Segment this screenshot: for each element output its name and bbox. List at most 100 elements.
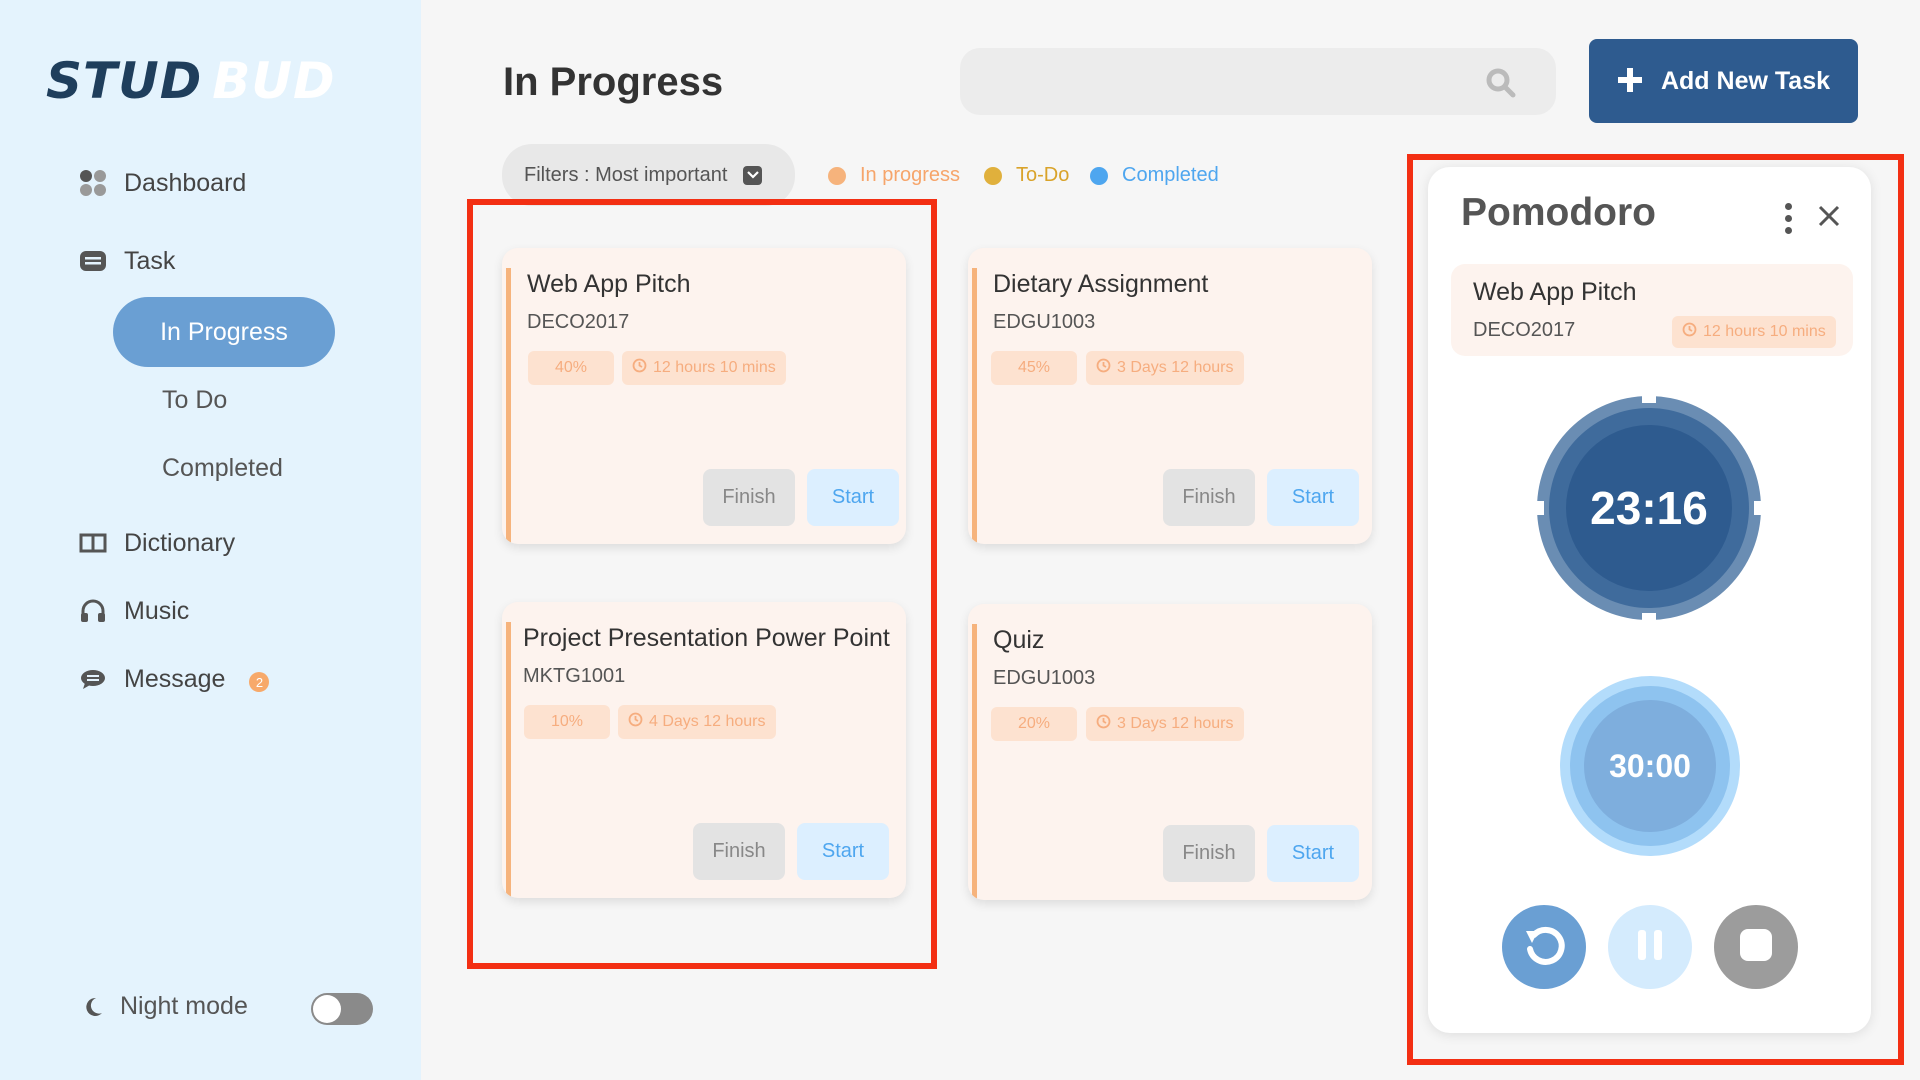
filter-label: Filters : Most important bbox=[524, 163, 728, 186]
sidebar-item-dashboard[interactable]: Dashboard bbox=[78, 168, 246, 198]
pomodoro-panel: Pomodoro Web App Pitch DECO2017 12 hours… bbox=[1428, 167, 1871, 1033]
add-new-task-button[interactable]: Add New Task bbox=[1589, 39, 1858, 123]
current-task-code: DECO2017 bbox=[1473, 319, 1576, 341]
sidebar-item-in-progress[interactable]: In Progress bbox=[113, 297, 335, 367]
night-mode-row: Night mode bbox=[78, 992, 248, 1021]
task-card[interactable]: Dietary Assignment EDGU1003 45% 3 Days 1… bbox=[968, 248, 1372, 544]
toggle-knob bbox=[313, 995, 341, 1023]
time-chip-label: 3 Days 12 hours bbox=[1117, 359, 1234, 376]
time-chip: 3 Days 12 hours bbox=[1086, 707, 1244, 741]
clock-icon bbox=[1096, 714, 1111, 734]
status-bar bbox=[972, 624, 977, 900]
main-timer: 23:16 bbox=[1536, 395, 1762, 621]
sidebar-label-task: Task bbox=[124, 246, 176, 275]
page-title: In Progress bbox=[503, 60, 724, 104]
task-code: EDGU1003 bbox=[993, 667, 1096, 689]
pause-icon bbox=[1635, 928, 1665, 967]
sidebar-item-music[interactable]: Music bbox=[78, 596, 189, 626]
sidebar-label-music: Music bbox=[124, 596, 190, 625]
main-timer-value: 23:16 bbox=[1590, 482, 1708, 534]
progress-chip: 20% bbox=[991, 707, 1077, 741]
more-options-icon[interactable] bbox=[1785, 203, 1792, 234]
task-title: Quiz bbox=[993, 626, 1045, 654]
task-title: Project Presentation Power Point bbox=[523, 624, 890, 652]
legend-to-do: To-Do bbox=[984, 164, 1069, 187]
task-code: EDGU1003 bbox=[993, 311, 1096, 333]
finish-button[interactable]: Finish bbox=[703, 469, 795, 526]
task-title: Web App Pitch bbox=[527, 270, 691, 298]
legend-label-to-do: To-Do bbox=[1016, 164, 1070, 186]
legend-dot-to-do bbox=[984, 166, 1002, 185]
search-icon[interactable] bbox=[1486, 68, 1516, 103]
sidebar-label-dictionary: Dictionary bbox=[124, 528, 236, 557]
clock-icon bbox=[1682, 322, 1697, 342]
finish-button[interactable]: Finish bbox=[1163, 825, 1255, 882]
start-button[interactable]: Start bbox=[797, 823, 889, 880]
sidebar-label-message: Message bbox=[124, 664, 226, 693]
headphones-icon bbox=[78, 596, 108, 626]
close-icon[interactable] bbox=[1817, 197, 1841, 235]
add-new-task-label: Add New Task bbox=[1660, 66, 1831, 95]
finish-button[interactable]: Finish bbox=[1163, 469, 1255, 526]
task-card[interactable]: Quiz EDGU1003 20% 3 Days 12 hours Finish… bbox=[968, 604, 1372, 900]
logo-text-bud: BUD bbox=[212, 52, 336, 110]
legend-label-completed: Completed bbox=[1122, 164, 1219, 186]
task-code: DECO2017 bbox=[527, 311, 630, 333]
time-chip: 4 Days 12 hours bbox=[618, 705, 776, 739]
current-task-time-chip: 12 hours 10 mins bbox=[1672, 316, 1836, 348]
clock-icon bbox=[632, 358, 647, 378]
message-count-badge: 2 bbox=[249, 672, 270, 692]
progress-chip: 10% bbox=[524, 705, 610, 739]
reset-icon bbox=[1520, 921, 1568, 974]
session-timer-value: 30:00 bbox=[1609, 747, 1691, 784]
sidebar-item-to-do[interactable]: To Do bbox=[162, 386, 227, 415]
night-mode-label: Night mode bbox=[120, 992, 248, 1020]
dashboard-icon bbox=[78, 168, 108, 198]
session-timer: 30:00 bbox=[1560, 676, 1740, 856]
stop-button[interactable] bbox=[1714, 905, 1798, 989]
time-chip: 12 hours 10 mins bbox=[622, 351, 786, 385]
finish-button[interactable]: Finish bbox=[693, 823, 785, 880]
message-icon bbox=[78, 664, 108, 694]
time-chip-label: 4 Days 12 hours bbox=[649, 713, 766, 730]
reset-button[interactable] bbox=[1502, 905, 1586, 989]
time-chip-label: 12 hours 10 mins bbox=[653, 359, 776, 376]
status-bar bbox=[972, 268, 977, 544]
stop-icon bbox=[1738, 927, 1774, 968]
current-task-time-label: 12 hours 10 mins bbox=[1703, 323, 1826, 340]
task-title: Dietary Assignment bbox=[993, 270, 1209, 298]
start-button[interactable]: Start bbox=[1267, 825, 1359, 882]
moon-icon bbox=[78, 996, 108, 1018]
time-chip: 3 Days 12 hours bbox=[1086, 351, 1244, 385]
legend-label-in-progress: In progress bbox=[860, 164, 961, 186]
time-chip-label: 3 Days 12 hours bbox=[1117, 715, 1234, 732]
chevron-down-icon bbox=[743, 165, 763, 185]
task-card[interactable]: Web App Pitch DECO2017 40% 12 hours 10 m… bbox=[502, 248, 906, 544]
sidebar-item-task[interactable]: Task bbox=[78, 246, 175, 276]
clock-icon bbox=[1096, 358, 1111, 378]
status-bar bbox=[506, 268, 511, 544]
app-logo[interactable]: STUD BUD bbox=[46, 52, 335, 110]
task-card[interactable]: Project Presentation Power Point MKTG100… bbox=[502, 602, 906, 898]
night-mode-toggle[interactable] bbox=[311, 993, 373, 1025]
legend-in-progress: In progress bbox=[828, 164, 960, 187]
task-code: MKTG1001 bbox=[523, 665, 626, 687]
progress-chip: 40% bbox=[528, 351, 614, 385]
sidebar: STUD BUD Dashboard Task In Progress To Do… bbox=[0, 0, 421, 1080]
sidebar-item-message[interactable]: Message 2 bbox=[78, 664, 270, 694]
pause-button[interactable] bbox=[1608, 905, 1692, 989]
task-icon bbox=[78, 246, 108, 276]
logo-text-stud: STUD bbox=[46, 52, 203, 110]
sidebar-item-dictionary[interactable]: Dictionary bbox=[78, 528, 235, 558]
start-button[interactable]: Start bbox=[1267, 469, 1359, 526]
status-bar bbox=[506, 622, 511, 898]
current-task-card: Web App Pitch DECO2017 12 hours 10 mins bbox=[1451, 264, 1853, 356]
current-task-title: Web App Pitch bbox=[1473, 278, 1637, 306]
sidebar-item-completed[interactable]: Completed bbox=[162, 454, 283, 483]
start-button[interactable]: Start bbox=[807, 469, 899, 526]
search-input[interactable] bbox=[960, 48, 1556, 115]
book-icon bbox=[78, 528, 108, 558]
pomodoro-title: Pomodoro bbox=[1461, 191, 1656, 234]
legend-dot-in-progress bbox=[828, 166, 846, 185]
filter-dropdown[interactable]: Filters : Most important bbox=[502, 144, 795, 206]
